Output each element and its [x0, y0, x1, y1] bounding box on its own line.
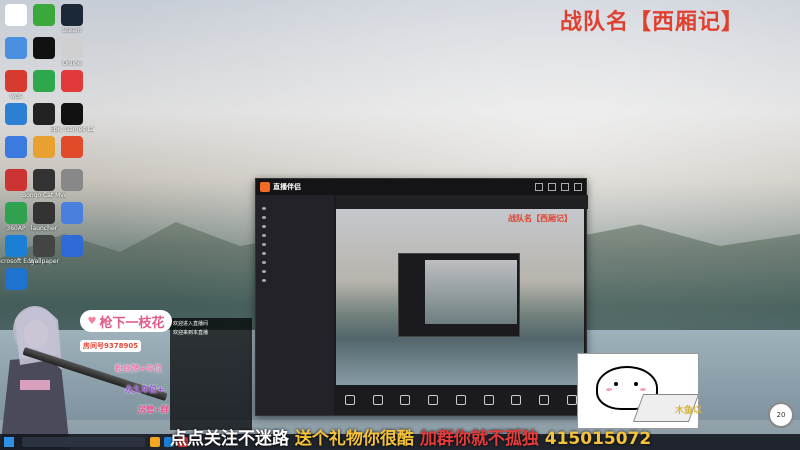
stream-preview[interactable]: 战队名【西厢记】: [336, 209, 584, 389]
preview-top-strip: [336, 195, 588, 209]
toolbar-button[interactable]: [428, 394, 439, 406]
chat-line: [170, 350, 252, 352]
app-icon: [61, 202, 83, 224]
toolbar-icon: [511, 394, 522, 405]
app-icon: [61, 136, 83, 158]
toolbar-button[interactable]: [372, 394, 383, 406]
toolbar-button[interactable]: [539, 394, 550, 406]
app-icon: [61, 169, 83, 191]
scene-item[interactable]: [256, 213, 334, 222]
app-icon: [61, 70, 83, 92]
app-titlebar[interactable]: 直播伴侣: [256, 179, 586, 195]
bongo-cat-frame: [577, 353, 700, 429]
toolbar-icon: [567, 394, 577, 405]
scene-item[interactable]: [256, 231, 334, 240]
perk-1: 粉丝牌+车位: [115, 364, 162, 373]
streamer-name-badge: ♥ 枪下一枝花: [80, 310, 172, 332]
taskbar-search[interactable]: [22, 437, 145, 447]
perk-2: 永久车位+: [125, 385, 164, 394]
toolbar-icon: [539, 394, 550, 405]
preview-team-name: 战队名【西厢记】: [508, 213, 572, 223]
eye-icon[interactable]: [262, 270, 266, 273]
eye-icon[interactable]: [262, 252, 266, 255]
toolbar-icon: [344, 394, 355, 405]
windows-start-icon[interactable]: [4, 437, 14, 447]
maximize-icon[interactable]: [561, 183, 569, 191]
eye-icon[interactable]: [262, 279, 266, 282]
eye-icon[interactable]: [262, 225, 266, 228]
toolbar-button[interactable]: [511, 394, 522, 406]
nested-preview-window: [398, 253, 520, 337]
desktop-icon[interactable]: [50, 70, 94, 93]
heart-icon: ♥: [87, 315, 97, 327]
app-logo-icon: [260, 182, 270, 192]
chat-panel: 欢迎进入直播间 欢迎来到本直播: [170, 318, 252, 430]
ticker-part-3: 加群你就不孤独: [419, 429, 539, 449]
ticker-part-4: 415015072: [544, 429, 652, 449]
scene-item[interactable]: [256, 249, 334, 258]
toolbar-icon: [372, 394, 383, 405]
toolbar-icon: [483, 394, 494, 405]
app-icon: [61, 37, 83, 59]
toolbar-icon: [428, 394, 439, 405]
cat-logo-text: 木鱼以: [675, 406, 703, 416]
desktop-icon-label: Bongo Cat Mver: [22, 192, 66, 199]
live-companion-window[interactable]: 直播伴侣 战队名【西厢记】: [255, 178, 588, 416]
scene-item[interactable]: [256, 258, 334, 267]
scene-item[interactable]: [256, 267, 334, 276]
team-name: 战队名【西厢记】: [560, 9, 745, 35]
ticker-part-1: 点点关注不迷路: [170, 429, 289, 449]
streamer-name: 枪下一枝花: [99, 315, 165, 331]
bottom-ticker: 点点关注不迷路 送个礼物你很酷 加群你就不孤独 415015072: [170, 424, 790, 449]
scene-sidebar: [256, 195, 334, 415]
room-number: 房间号9378905: [80, 340, 142, 352]
toolbar-button[interactable]: [455, 394, 466, 406]
eye-icon[interactable]: [262, 243, 266, 246]
perk-3: 房管+群: [138, 405, 169, 414]
desktop-icon[interactable]: Online: [50, 37, 94, 67]
toolbar-button[interactable]: [567, 394, 577, 406]
desktop-icon[interactable]: [50, 235, 94, 258]
app-icon: [61, 103, 83, 125]
desktop-icon-label: wps: [10, 93, 22, 100]
ticker-part-2: 送个礼物你很酷: [294, 429, 414, 449]
eye-icon[interactable]: [262, 207, 266, 210]
chat-line: 欢迎进入直播间: [173, 321, 209, 327]
app-icon: [61, 4, 83, 26]
toolbar-button[interactable]: [344, 394, 355, 406]
chat-line: 欢迎来到本直播: [173, 330, 209, 336]
minimize-icon[interactable]: [548, 183, 556, 191]
app-icon: [5, 268, 27, 290]
desktop-icon-label: Steam: [62, 27, 82, 34]
scene-item[interactable]: [256, 240, 334, 249]
scene-item[interactable]: [256, 222, 334, 231]
desktop-icon-label: Online: [62, 60, 82, 67]
close-icon[interactable]: [574, 183, 582, 191]
eye-icon[interactable]: [262, 234, 266, 237]
file-explorer-icon[interactable]: [150, 437, 160, 447]
toolbar-button[interactable]: [400, 394, 411, 406]
desktop-icon[interactable]: [50, 169, 94, 192]
toolbar-button[interactable]: [483, 394, 494, 406]
toolbar-icon: [455, 394, 466, 405]
desktop-icon[interactable]: Epic Games Launcher: [50, 103, 94, 133]
eye-icon[interactable]: [262, 216, 266, 219]
desktop-icon-label: Epic Games Launcher: [50, 126, 94, 133]
scene-item[interactable]: [256, 276, 334, 285]
eye-icon[interactable]: [262, 261, 266, 264]
app-bottom-toolbar: [336, 385, 586, 415]
desktop-icon[interactable]: Steam: [50, 4, 94, 34]
desktop-icon-label: launcher: [30, 225, 58, 232]
desktop-icon[interactable]: [50, 136, 94, 159]
scene-item[interactable]: [256, 204, 334, 213]
app-title: 直播伴侣: [273, 183, 301, 191]
settings-icon[interactable]: [535, 183, 543, 191]
desktop-icon[interactable]: [50, 202, 94, 225]
desktop-icon[interactable]: [0, 268, 38, 291]
toolbar-icon: [400, 394, 411, 405]
app-icon: [61, 235, 83, 257]
desktop-icon-label: Wallpaper: [28, 258, 59, 265]
